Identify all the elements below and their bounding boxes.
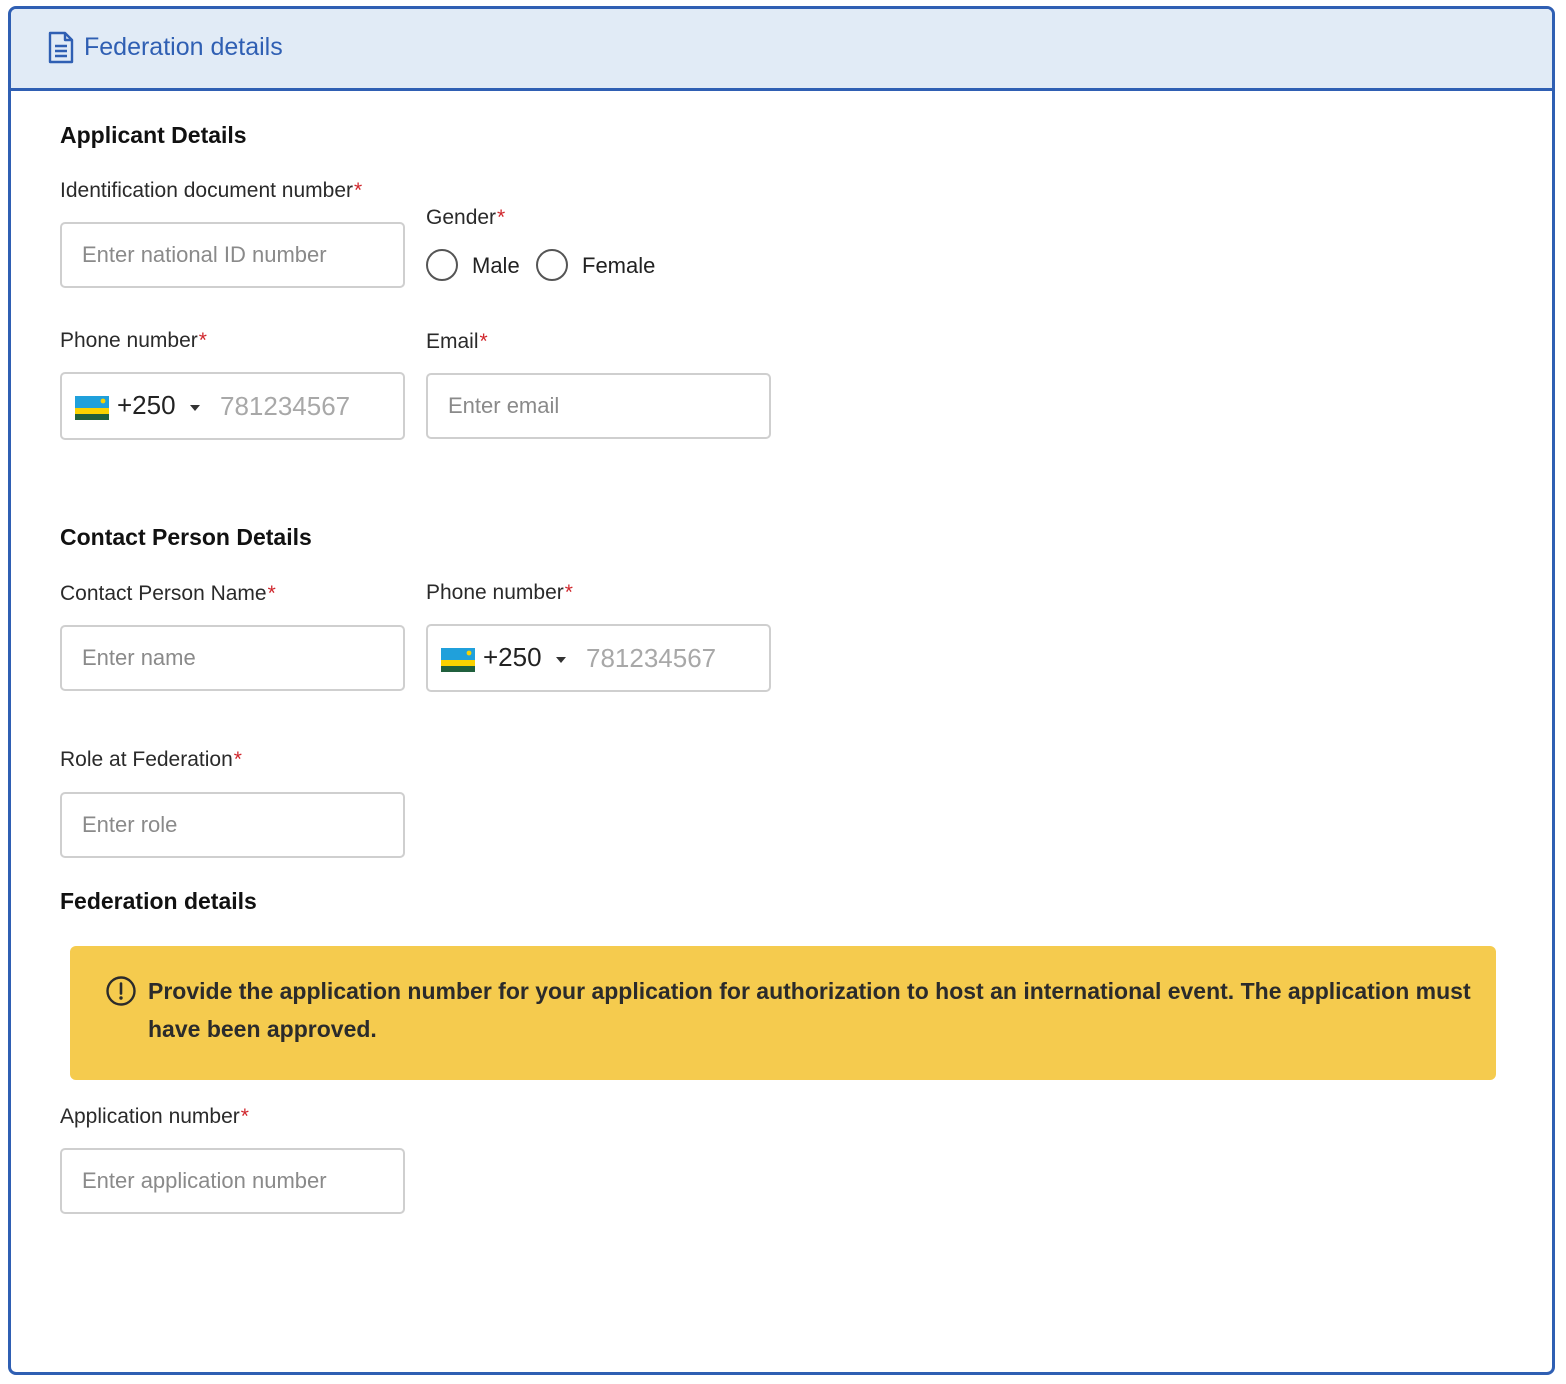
federation-details-card: Federation details Applicant Details Ide… (8, 6, 1555, 1375)
applicant-phone-label: Phone number* (60, 329, 207, 352)
applicant-phone-field: +250 (60, 372, 405, 440)
role-input[interactable] (60, 792, 405, 858)
caret-down-icon[interactable] (556, 657, 566, 663)
applicant-phone-input[interactable] (220, 384, 398, 428)
contact-section-title: Contact Person Details (60, 524, 312, 550)
gender-female-label[interactable]: Female (582, 253, 655, 279)
application-number-label: Application number* (60, 1105, 249, 1128)
contact-phone-input[interactable] (586, 636, 764, 680)
required-marker: * (479, 330, 488, 353)
required-marker: * (233, 748, 242, 771)
applicant-section-title: Applicant Details (60, 122, 247, 148)
required-marker: * (354, 179, 363, 202)
caret-down-icon[interactable] (190, 405, 200, 411)
role-label: Role at Federation* (60, 748, 242, 771)
card-header: Federation details (11, 9, 1552, 91)
email-label: Email* (426, 330, 488, 353)
gender-label: Gender* (426, 206, 506, 229)
gender-male-label[interactable]: Male (472, 253, 520, 279)
info-circle-icon (106, 976, 136, 1006)
required-marker: * (497, 206, 506, 229)
required-marker: * (198, 329, 207, 352)
rwanda-flag-icon[interactable] (75, 396, 109, 420)
required-marker: * (240, 1105, 249, 1128)
required-marker: * (564, 581, 573, 604)
gender-male-radio[interactable] (426, 249, 458, 281)
country-code[interactable]: +250 (117, 390, 176, 421)
info-alert: Provide the application number for your … (70, 946, 1496, 1080)
id-number-input[interactable] (60, 222, 405, 288)
id-number-label: Identification document number* (60, 179, 363, 202)
contact-name-input[interactable] (60, 625, 405, 691)
email-input[interactable] (426, 373, 771, 439)
card-title: Federation details (84, 33, 283, 61)
contact-name-label: Contact Person Name* (60, 582, 276, 605)
document-icon (48, 31, 74, 64)
application-number-input[interactable] (60, 1148, 405, 1214)
alert-message: Provide the application number for your … (148, 978, 1471, 1042)
federation-section-title: Federation details (60, 888, 257, 914)
rwanda-flag-icon[interactable] (441, 648, 475, 672)
country-code[interactable]: +250 (483, 642, 542, 673)
contact-phone-label: Phone number* (426, 581, 573, 604)
gender-female-radio[interactable] (536, 249, 568, 281)
required-marker: * (267, 582, 276, 605)
contact-phone-field: +250 (426, 624, 771, 692)
